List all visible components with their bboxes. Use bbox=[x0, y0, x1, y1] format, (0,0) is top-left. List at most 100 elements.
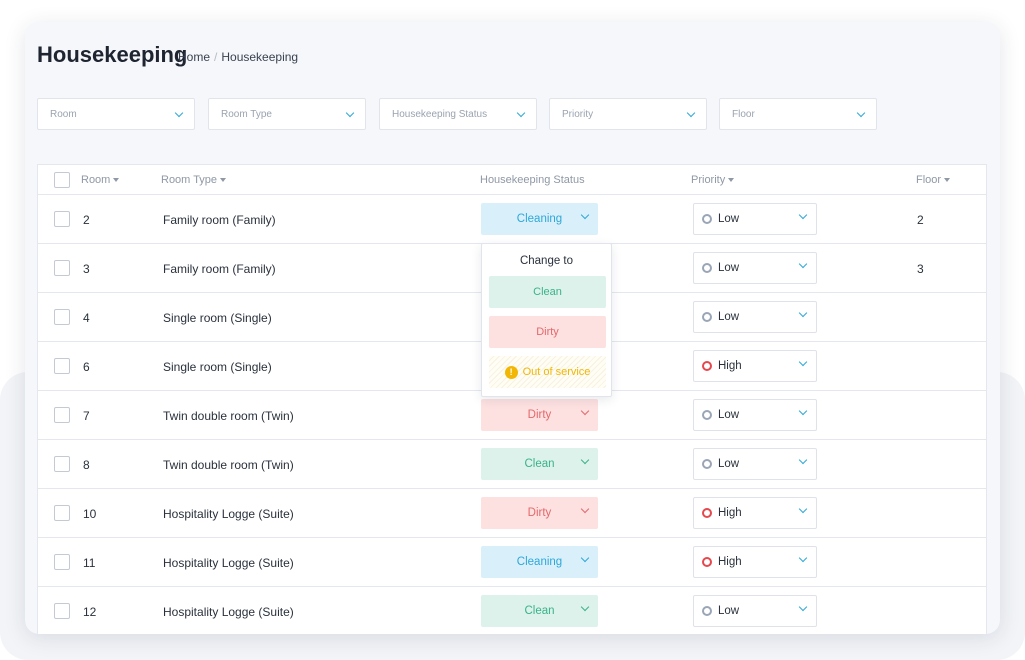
priority-label: Low bbox=[718, 409, 740, 421]
circle-dot-icon bbox=[702, 312, 712, 322]
room-type: Twin double room (Twin) bbox=[163, 458, 294, 472]
row-checkbox[interactable] bbox=[54, 456, 70, 472]
floor-filter[interactable]: Floor bbox=[719, 98, 877, 130]
breadcrumb: Home / Housekeeping bbox=[178, 50, 298, 64]
circle-dot-icon bbox=[702, 410, 712, 420]
breadcrumb-current: Housekeeping bbox=[221, 50, 299, 64]
circle-dot-icon bbox=[702, 459, 712, 469]
room-type: Family room (Family) bbox=[163, 262, 276, 276]
status-dropdown[interactable]: Clean bbox=[481, 595, 598, 627]
priority-filter-placeholder: Priority bbox=[562, 108, 594, 120]
circle-dot-icon bbox=[702, 557, 712, 567]
option-out-of-service-label: Out of service bbox=[522, 366, 591, 378]
row-checkbox[interactable] bbox=[54, 554, 70, 570]
room-type: Hospitality Logge (Suite) bbox=[163, 605, 294, 619]
column-header-room-label: Room bbox=[81, 174, 111, 186]
room-number: 10 bbox=[83, 507, 97, 521]
room-number: 8 bbox=[83, 458, 90, 472]
status-label: Cleaning bbox=[516, 556, 563, 568]
row-checkbox[interactable] bbox=[54, 260, 70, 276]
column-header-status-label: Housekeeping Status bbox=[480, 174, 585, 186]
row-checkbox[interactable] bbox=[54, 407, 70, 423]
room-type-filter[interactable]: Room Type bbox=[208, 98, 366, 130]
table-row: 11 Hospitality Logge (Suite) Cleaning High bbox=[38, 538, 986, 587]
priority-filter[interactable]: Priority bbox=[549, 98, 707, 130]
chevron-down-icon bbox=[798, 357, 808, 367]
status-dropdown[interactable]: Dirty bbox=[481, 399, 598, 431]
housekeeping-table: Room Room Type Housekeeping Status Prior… bbox=[37, 164, 987, 634]
room-filter-placeholder: Room bbox=[50, 108, 77, 120]
column-header-room-type-label: Room Type bbox=[161, 174, 218, 186]
priority-dropdown[interactable]: Low bbox=[693, 301, 817, 333]
room-type-filter-placeholder: Room Type bbox=[221, 108, 272, 120]
column-header-floor[interactable]: Floor bbox=[916, 174, 951, 186]
priority-dropdown[interactable]: High bbox=[693, 546, 817, 578]
caret-down-icon bbox=[728, 178, 735, 182]
chevron-down-icon bbox=[580, 210, 590, 220]
status-label: Cleaning bbox=[516, 213, 563, 225]
popup-title: Change to bbox=[519, 255, 574, 267]
chevron-down-icon bbox=[516, 108, 526, 117]
status-dropdown[interactable]: Cleaning bbox=[481, 546, 598, 578]
status-label: Dirty bbox=[527, 507, 552, 519]
status-dropdown[interactable]: Dirty bbox=[481, 497, 598, 529]
column-header-room[interactable]: Room bbox=[81, 174, 120, 186]
floor-filter-placeholder: Floor bbox=[732, 108, 755, 120]
room-number: 7 bbox=[83, 409, 90, 423]
priority-dropdown[interactable]: Low bbox=[693, 203, 817, 235]
chevron-down-icon bbox=[798, 210, 808, 220]
room-number: 6 bbox=[83, 360, 90, 374]
priority-dropdown[interactable]: Low bbox=[693, 399, 817, 431]
priority-label: Low bbox=[718, 458, 740, 470]
row-checkbox[interactable] bbox=[54, 603, 70, 619]
priority-dropdown[interactable]: Low bbox=[693, 448, 817, 480]
priority-label: Low bbox=[718, 262, 740, 274]
housekeeping-status-filter[interactable]: Housekeeping Status bbox=[379, 98, 537, 130]
chevron-down-icon bbox=[580, 504, 590, 514]
status-dropdown[interactable]: Clean bbox=[481, 448, 598, 480]
row-checkbox[interactable] bbox=[54, 505, 70, 521]
chevron-down-icon bbox=[345, 108, 355, 117]
room-number: 4 bbox=[83, 311, 90, 325]
priority-dropdown[interactable]: Low bbox=[693, 595, 817, 627]
chevron-down-icon bbox=[798, 504, 808, 514]
priority-dropdown[interactable]: High bbox=[693, 350, 817, 382]
chevron-down-icon bbox=[798, 308, 808, 318]
table-row: 8 Twin double room (Twin) Clean Low bbox=[38, 440, 986, 489]
select-all-checkbox[interactable] bbox=[54, 172, 70, 188]
row-checkbox[interactable] bbox=[54, 211, 70, 227]
chevron-down-icon bbox=[798, 259, 808, 269]
priority-label: High bbox=[718, 360, 742, 372]
column-header-priority-label: Priority bbox=[691, 174, 726, 186]
priority-dropdown[interactable]: High bbox=[693, 497, 817, 529]
option-out-of-service[interactable]: ! Out of service bbox=[489, 356, 606, 388]
floor-number: 2 bbox=[917, 213, 924, 227]
row-checkbox[interactable] bbox=[54, 358, 70, 374]
column-header-room-type[interactable]: Room Type bbox=[161, 174, 227, 186]
chevron-down-icon bbox=[580, 406, 590, 416]
row-checkbox[interactable] bbox=[54, 309, 70, 325]
chevron-down-icon bbox=[856, 108, 866, 117]
housekeeping-panel: Housekeeping Home / Housekeeping Room Room… bbox=[25, 22, 1000, 634]
status-label: Clean bbox=[524, 458, 555, 470]
option-dirty-label: Dirty bbox=[536, 326, 559, 338]
column-header-priority[interactable]: Priority bbox=[691, 174, 735, 186]
column-header-status: Housekeeping Status bbox=[480, 174, 585, 186]
status-change-popup: Change to Clean Dirty ! Out of service bbox=[481, 243, 612, 397]
page-title: Housekeeping bbox=[37, 42, 188, 67]
table-row: 10 Hospitality Logge (Suite) Dirty High bbox=[38, 489, 986, 538]
caret-down-icon bbox=[220, 178, 227, 182]
chevron-down-icon bbox=[798, 553, 808, 563]
chevron-down-icon bbox=[580, 455, 590, 465]
breadcrumb-home[interactable]: Home bbox=[178, 50, 210, 64]
chevron-down-icon bbox=[798, 455, 808, 465]
circle-dot-icon bbox=[702, 263, 712, 273]
circle-dot-icon bbox=[702, 214, 712, 224]
chevron-down-icon bbox=[580, 602, 590, 612]
option-clean[interactable]: Clean bbox=[489, 276, 606, 308]
priority-dropdown[interactable]: Low bbox=[693, 252, 817, 284]
room-filter[interactable]: Room bbox=[37, 98, 195, 130]
option-dirty[interactable]: Dirty bbox=[489, 316, 606, 348]
status-dropdown[interactable]: Cleaning bbox=[481, 203, 598, 235]
room-number: 12 bbox=[83, 605, 97, 619]
